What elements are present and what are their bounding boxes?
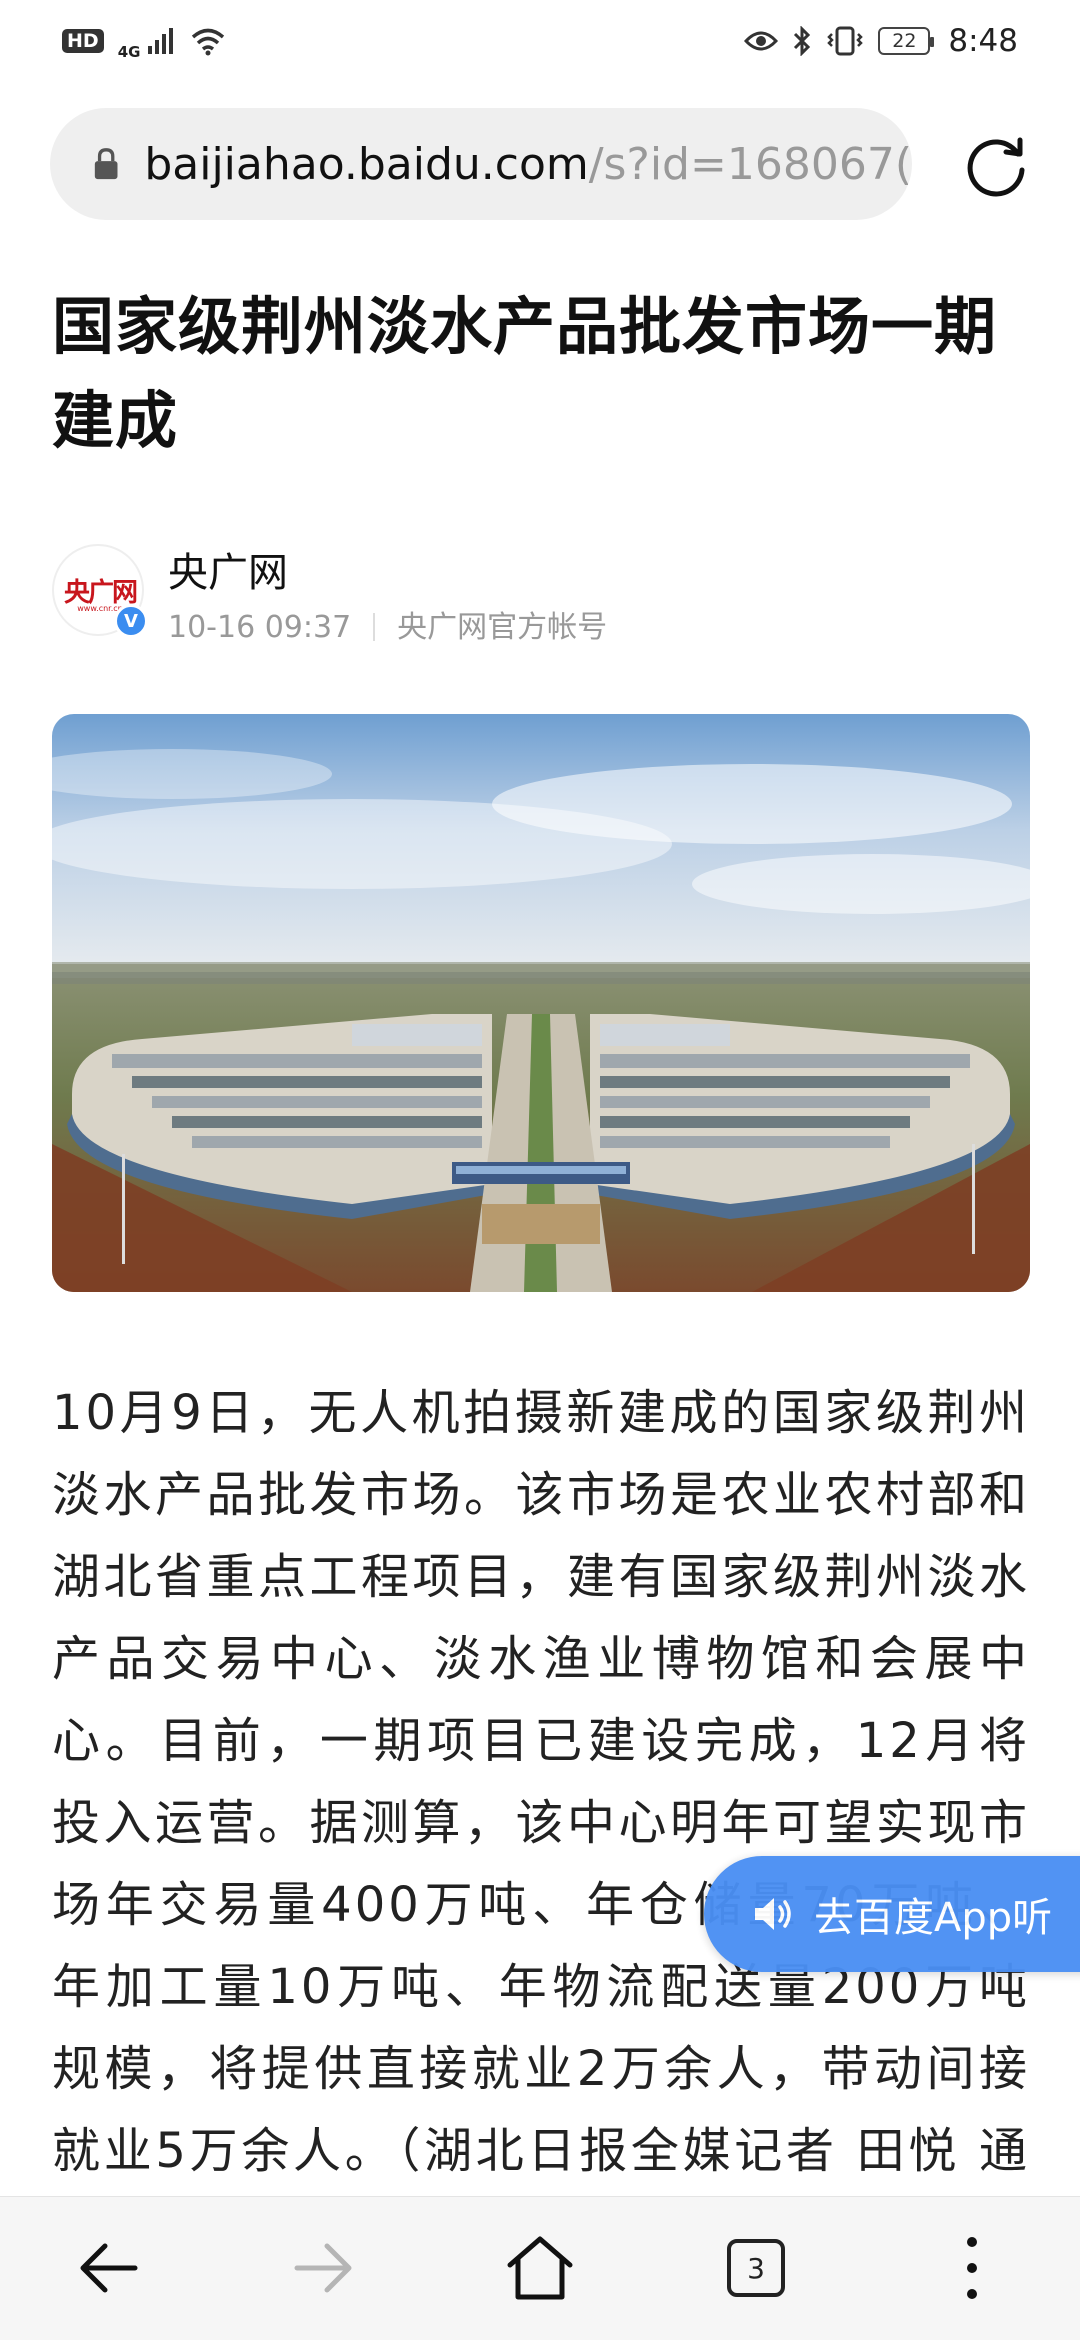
address-bar[interactable]: baijiahao.baidu.com/s?id=168067( — [50, 108, 912, 220]
tabs-count-icon: 3 — [727, 2239, 785, 2297]
status-left: HD 4G — [62, 21, 226, 61]
url-host: baijiahao.baidu.com — [144, 138, 589, 190]
author-row[interactable]: 央广网 www.cnr.cn V 央广网 10-16 09:37 央广网官方帐号 — [52, 540, 952, 645]
speaker-icon — [755, 1898, 791, 1930]
article-photo[interactable] — [52, 714, 1030, 1292]
vibrate-icon — [827, 26, 864, 56]
battery-icon: 22 — [878, 27, 935, 55]
eye-icon — [744, 31, 779, 51]
home-button[interactable] — [490, 2225, 590, 2311]
publish-datetime: 10-16 09:37 — [168, 610, 352, 645]
more-vertical-icon — [967, 2237, 977, 2299]
author-avatar[interactable]: 央广网 www.cnr.cn V — [52, 544, 148, 638]
meta-divider — [373, 613, 376, 641]
status-bar: HD 4G 22 8:48 — [0, 0, 1080, 82]
arrow-right-icon — [294, 2243, 352, 2293]
listen-in-app-button[interactable]: 去百度App听 — [704, 1856, 1080, 1972]
home-icon — [507, 2236, 573, 2300]
author-name[interactable]: 央广网 — [168, 540, 288, 598]
refresh-icon — [967, 137, 1025, 197]
tabs-button[interactable]: 3 — [706, 2225, 806, 2311]
url-path: /s?id=168067( — [588, 138, 912, 190]
browser-screen: HD 4G 22 8:48 baijiahao.baidu.com/s?id=1… — [0, 0, 1080, 2340]
lock-icon — [94, 148, 118, 180]
account-type: 央广网官方帐号 — [397, 610, 608, 645]
wifi-icon — [192, 28, 225, 56]
clock: 8:48 — [948, 23, 1018, 59]
article-body: 10月9日，无人机拍摄新建成的国家级荆州淡水产品批发市场。该市场是农业农村部和湖… — [52, 1385, 1030, 2179]
status-right: 22 8:48 — [744, 23, 1018, 59]
menu-button[interactable] — [922, 2225, 1022, 2311]
network-type: 4G — [117, 43, 141, 61]
bluetooth-icon — [794, 26, 811, 56]
browser-bottom-nav: 3 — [0, 2196, 1080, 2340]
aerial-market-photo — [52, 714, 1030, 1292]
author-meta: 10-16 09:37 央广网官方帐号 — [168, 602, 607, 646]
arrow-left-icon — [80, 2243, 138, 2293]
listen-button-label: 去百度App听 — [814, 1895, 1053, 1941]
back-button[interactable] — [58, 2225, 158, 2311]
signal-icon — [148, 28, 174, 54]
verified-badge-icon: V — [114, 604, 148, 638]
url-text[interactable]: baijiahao.baidu.com/s?id=168067( — [144, 139, 912, 190]
hd-badge: HD — [62, 29, 104, 53]
article-title: 国家级荆州淡水产品批发市场一期建成 — [52, 290, 998, 457]
forward-button[interactable] — [274, 2225, 374, 2311]
refresh-button[interactable] — [958, 128, 1034, 204]
